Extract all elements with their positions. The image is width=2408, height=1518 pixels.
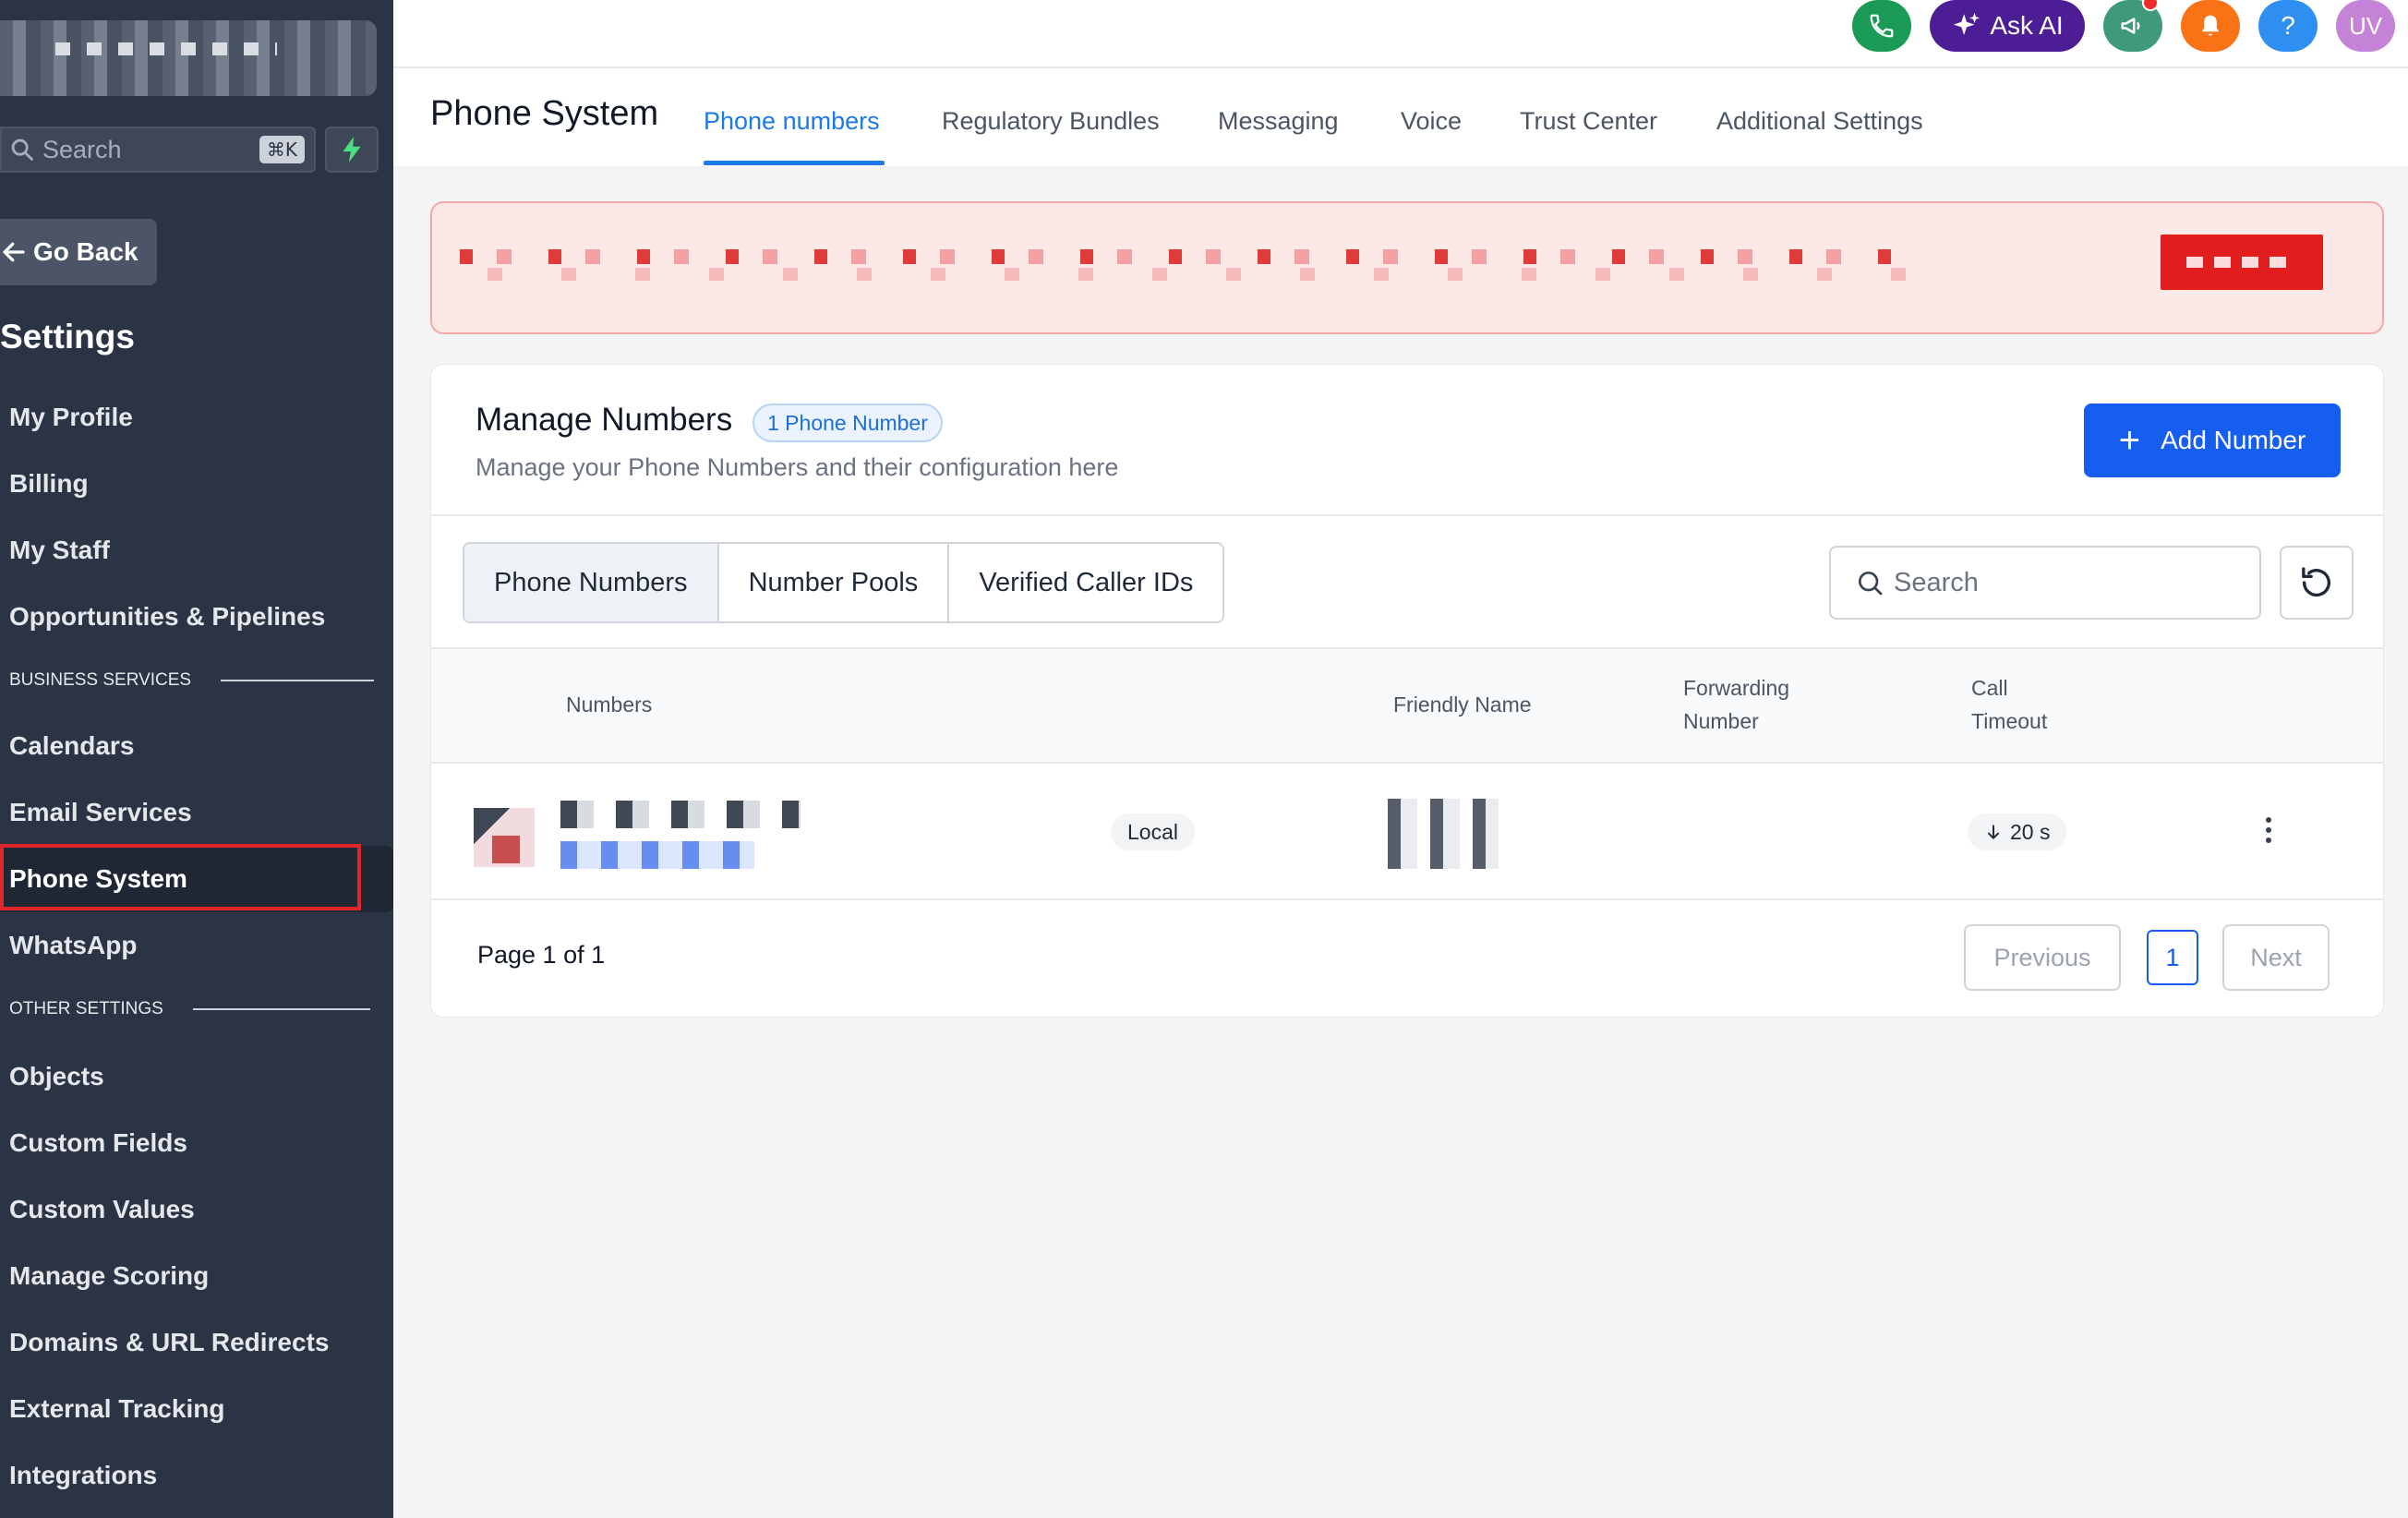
table-row[interactable]: Local 20 s	[431, 764, 2383, 900]
row-menu-icon[interactable]	[2259, 817, 2278, 850]
sidebar-item-domains[interactable]: Domains & URL Redirects	[9, 1328, 329, 1357]
table-header: Numbers Friendly Name Forwarding Number …	[431, 647, 2383, 764]
megaphone-icon	[2121, 18, 2140, 34]
sidebar-item-my-profile[interactable]: My Profile	[9, 403, 133, 432]
sidebar-item-email-services[interactable]: Email Services	[9, 798, 192, 827]
sidebar-item-my-staff[interactable]: My Staff	[9, 536, 110, 565]
phone-number-redacted	[560, 801, 801, 828]
help-button[interactable]: ?	[2258, 0, 2318, 52]
table-search-placeholder: Search	[1894, 567, 1979, 597]
manage-numbers-card: Manage Numbers 1 Phone Number Manage you…	[430, 364, 2384, 1018]
segment-number-pools[interactable]: Number Pools	[718, 544, 950, 621]
sidebar-item-custom-fields[interactable]: Custom Fields	[9, 1128, 187, 1158]
tab-phone-numbers[interactable]: Phone numbers	[704, 107, 880, 136]
column-forwarding-line1: Forwarding	[1683, 676, 1790, 700]
help-icon: ?	[2281, 11, 2295, 40]
sidebar: Search ⌘K Go Back Settings My Profile Bi…	[0, 0, 393, 1518]
section-other-settings: OTHER SETTINGS	[9, 999, 370, 1019]
table-search-input[interactable]: Search	[1829, 546, 2261, 620]
tab-regulatory-bundles[interactable]: Regulatory Bundles	[942, 107, 1160, 136]
settings-heading: Settings	[0, 318, 135, 355]
tab-messaging[interactable]: Messaging	[1218, 107, 1339, 136]
add-number-button[interactable]: + Add Number	[2084, 404, 2341, 477]
section-divider	[192, 1008, 370, 1010]
go-back-button[interactable]: Go Back	[0, 219, 157, 285]
call-timeout-badge: 20 s	[1968, 813, 2067, 850]
add-number-label: Add Number	[2161, 426, 2306, 454]
segment-verified-caller-ids[interactable]: Verified Caller IDs	[949, 544, 1223, 621]
arrow-down-icon	[1988, 825, 1999, 839]
card-subtitle: Manage your Phone Numbers and their conf…	[476, 453, 1119, 481]
active-tab-indicator	[704, 161, 885, 165]
alert-message	[460, 235, 1909, 281]
phone-button[interactable]	[1852, 0, 1911, 52]
plus-icon: +	[2118, 420, 2141, 461]
phone-icon	[1870, 14, 1894, 38]
ask-ai-label: Ask AI	[1990, 11, 2064, 40]
alert-banner	[430, 201, 2384, 334]
search-icon	[11, 139, 33, 161]
column-forwarding-line2: Number	[1683, 709, 1759, 733]
tab-trust-center[interactable]: Trust Center	[1520, 107, 1657, 136]
segment-control: Phone Numbers Number Pools Verified Call…	[463, 542, 1225, 623]
page-number-current[interactable]: 1	[2147, 930, 2198, 985]
column-numbers: Numbers	[566, 693, 653, 717]
page-title: Phone System	[430, 94, 659, 133]
arrow-left-icon	[3, 242, 25, 262]
country-flag-icon	[474, 808, 535, 867]
column-timeout-line1: Call	[1971, 676, 2008, 700]
search-icon	[1859, 572, 1883, 596]
sparkle-icon	[1954, 12, 1981, 35]
account-switcher[interactable]	[0, 20, 377, 96]
sidebar-item-objects[interactable]: Objects	[9, 1062, 104, 1091]
tab-additional-settings[interactable]: Additional Settings	[1716, 107, 1923, 136]
alert-action-button[interactable]	[2161, 235, 2323, 290]
bolt-icon	[343, 137, 361, 163]
avatar-initials: UV	[2348, 11, 2383, 40]
sidebar-item-whatsapp[interactable]: WhatsApp	[9, 931, 137, 960]
sidebar-item-calendars[interactable]: Calendars	[9, 731, 134, 761]
phone-number-subtext-redacted	[560, 841, 754, 869]
page-header: Phone System Phone numbers Regulatory Bu…	[393, 68, 2408, 166]
bell-icon	[2201, 15, 2220, 36]
top-bar: Ask AI ? UV	[393, 0, 2408, 68]
section-divider	[221, 680, 375, 681]
count-badge: 1 Phone Number	[752, 404, 943, 442]
section-other-label: OTHER SETTINGS	[9, 999, 163, 1018]
sidebar-item-custom-values[interactable]: Custom Values	[9, 1195, 195, 1224]
sidebar-item-external-tracking[interactable]: External Tracking	[9, 1394, 224, 1424]
card-title: Manage Numbers	[476, 402, 733, 438]
segment-phone-numbers[interactable]: Phone Numbers	[464, 544, 719, 621]
sidebar-item-phone-system[interactable]: Phone System	[9, 864, 187, 894]
go-back-label: Go Back	[33, 237, 138, 266]
number-type-badge: Local	[1111, 813, 1195, 850]
column-friendly-name: Friendly Name	[1393, 693, 1532, 717]
pagination-info: Page 1 of 1	[477, 941, 606, 969]
sidebar-item-integrations[interactable]: Integrations	[9, 1461, 157, 1490]
sidebar-search-placeholder: Search	[42, 135, 122, 163]
tab-voice[interactable]: Voice	[1401, 107, 1462, 136]
section-business-label: BUSINESS SERVICES	[9, 670, 192, 690]
sidebar-item-manage-scoring[interactable]: Manage Scoring	[9, 1261, 209, 1291]
column-timeout-line2: Timeout	[1971, 709, 2048, 733]
next-button[interactable]: Next	[2222, 924, 2330, 991]
previous-button[interactable]: Previous	[1964, 924, 2121, 991]
refresh-button[interactable]	[2280, 546, 2354, 620]
refresh-icon	[2302, 567, 2330, 597]
friendly-name-redacted	[1388, 799, 1499, 869]
shortcut-hint: ⌘K	[259, 136, 305, 163]
user-avatar[interactable]: UV	[2336, 0, 2395, 52]
sidebar-item-opportunities[interactable]: Opportunities & Pipelines	[9, 602, 325, 632]
section-business-services: BUSINESS SERVICES	[9, 670, 375, 691]
notifications-button[interactable]	[2181, 0, 2240, 52]
sidebar-item-billing[interactable]: Billing	[9, 469, 89, 499]
quick-actions-button[interactable]	[325, 126, 379, 173]
divider	[431, 514, 2383, 516]
sidebar-search[interactable]: Search ⌘K	[0, 126, 316, 173]
call-timeout-value: 20 s	[2010, 819, 2051, 844]
ask-ai-button[interactable]: Ask AI	[1930, 0, 2085, 52]
